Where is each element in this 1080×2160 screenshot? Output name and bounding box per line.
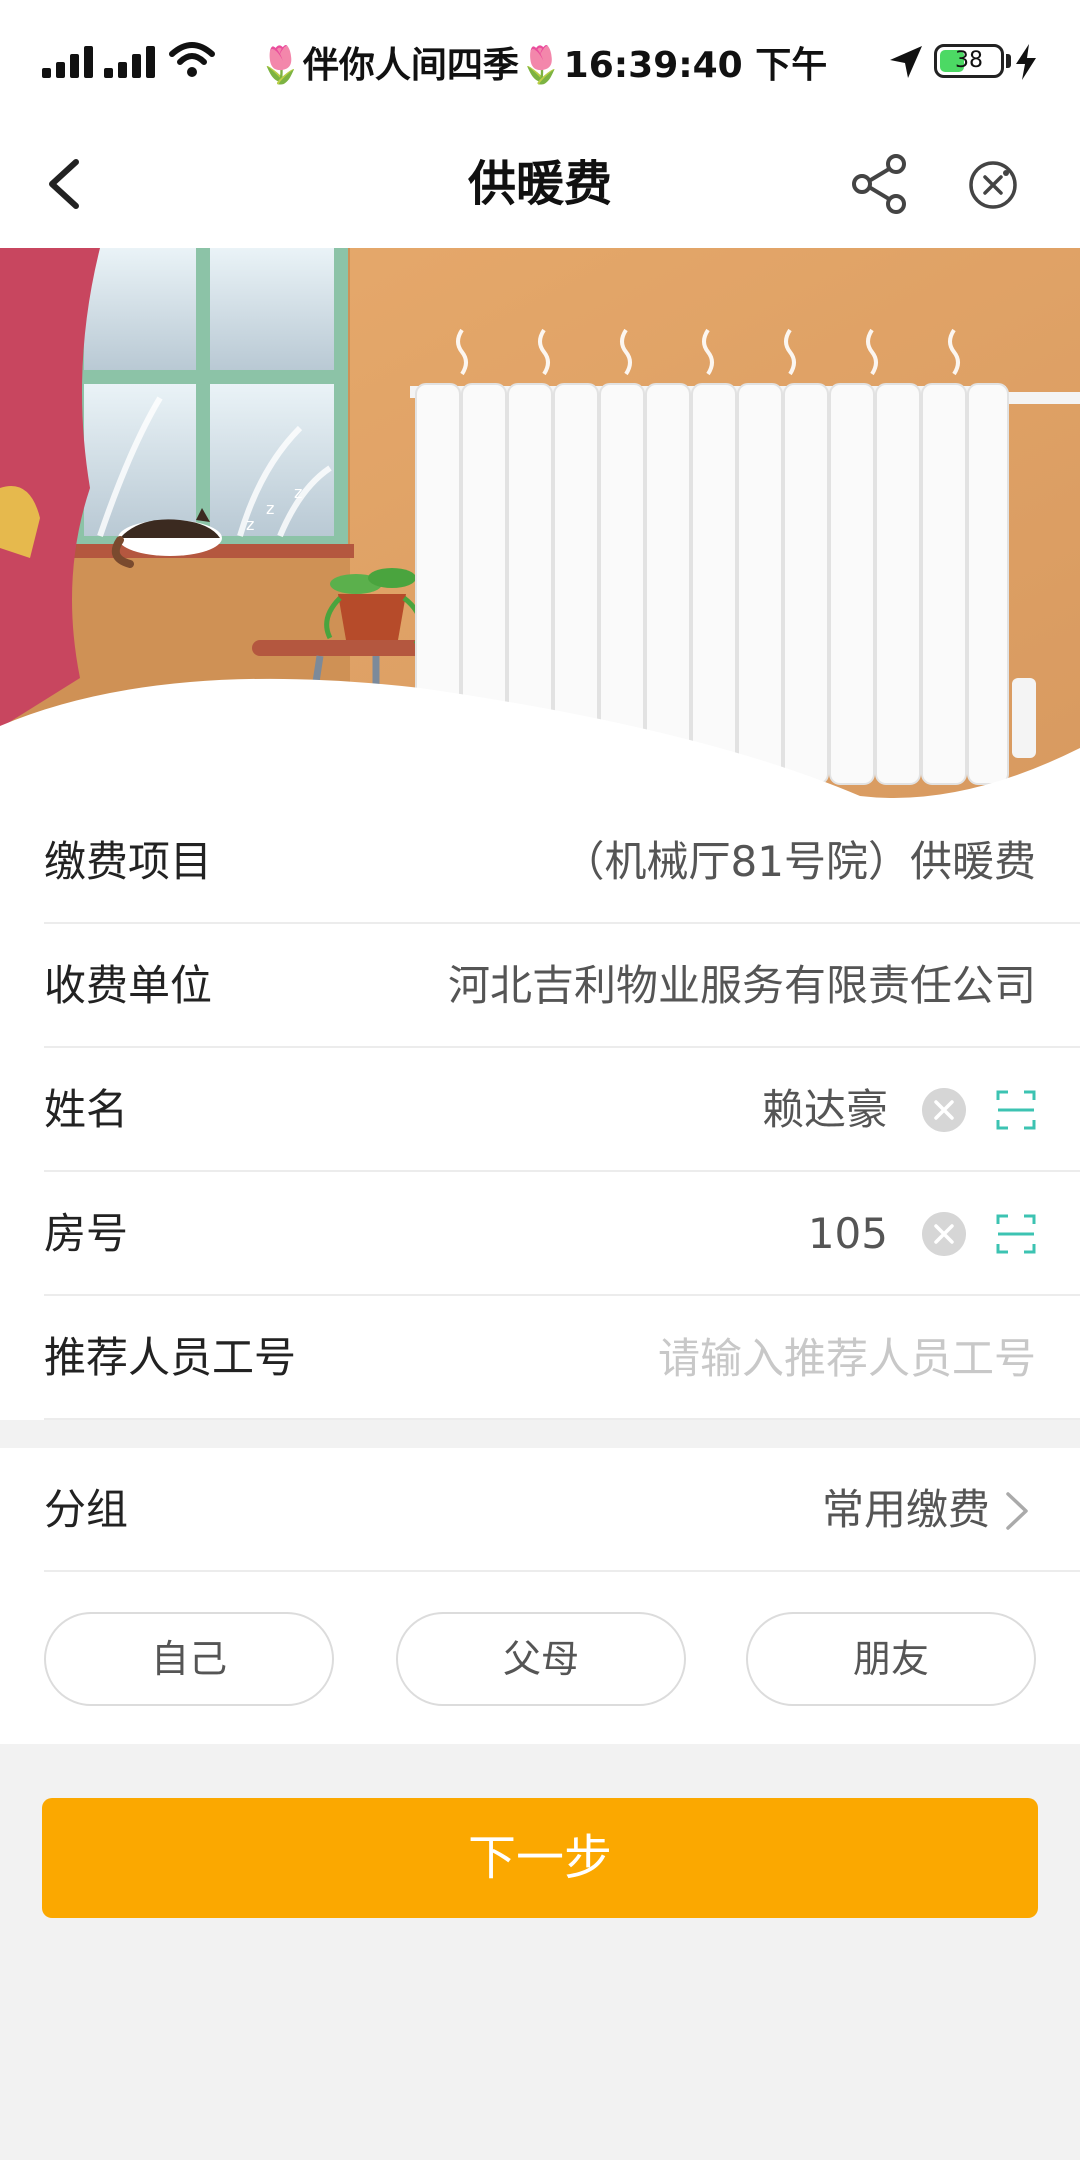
chip-self[interactable]: 自己 xyxy=(44,1612,334,1706)
status-bar: 🌷伴你人间四季🌷16:39:40 下午 38 xyxy=(0,0,1080,120)
share-icon[interactable] xyxy=(848,152,912,216)
room-number-row: 房号 105 xyxy=(0,1172,1080,1296)
payment-item-label: 缴费项目 xyxy=(44,837,213,886)
wifi-icon xyxy=(169,42,215,77)
chevron-right-icon[interactable] xyxy=(1004,1490,1030,1532)
chip-friends[interactable]: 朋友 xyxy=(746,1612,1036,1706)
referrer-id-input[interactable] xyxy=(516,1326,1036,1390)
payment-form: 缴费项目 （机械厅81号院）供暖费 收费单位 河北吉利物业服务有限责任公司 姓名… xyxy=(0,800,1080,1420)
payment-item-row: 缴费项目 （机械厅81号院）供暖费 xyxy=(0,800,1080,924)
name-label: 姓名 xyxy=(44,1085,129,1134)
group-section: 分组 常用缴费 自己 父母 朋友 xyxy=(0,1448,1080,1744)
battery-nub xyxy=(1006,54,1011,68)
room-number-field[interactable]: 105 xyxy=(808,1172,888,1296)
payment-item-value: （机械厅81号院）供暖费 xyxy=(562,837,1036,886)
location-arrow-icon xyxy=(890,46,922,78)
payee-row: 收费单位 河北吉利物业服务有限责任公司 xyxy=(0,924,1080,1048)
heating-radiator-illustration: z z z xyxy=(0,248,1080,800)
group-chips: 自己 父母 朋友 xyxy=(0,1612,1080,1708)
battery-indicator: 38 xyxy=(934,44,1004,78)
name-row: 姓名 赖达豪 xyxy=(0,1048,1080,1172)
next-step-button[interactable]: 下一步 xyxy=(42,1798,1038,1918)
scan-icon[interactable] xyxy=(996,1212,1036,1256)
cellular-signal-icon xyxy=(42,44,93,78)
nav-bar: 供暖费 xyxy=(0,120,1080,248)
payee-value: 河北吉利物业服务有限责任公司 xyxy=(447,961,1036,1010)
chip-parents[interactable]: 父母 xyxy=(396,1612,686,1706)
group-label: 分组 xyxy=(44,1485,129,1534)
page-title: 供暖费 xyxy=(467,156,612,212)
close-mini-program-icon[interactable] xyxy=(966,158,1020,212)
payee-label: 收费单位 xyxy=(44,961,213,1010)
scan-icon[interactable] xyxy=(996,1088,1036,1132)
referrer-id-label: 推荐人员工号 xyxy=(44,1333,297,1382)
svg-text:z: z xyxy=(266,499,274,518)
svg-text:z: z xyxy=(294,483,302,502)
status-carrier-text: 🌷伴你人间四季🌷16:39:40 下午 xyxy=(258,45,828,86)
svg-text:z: z xyxy=(246,515,254,534)
banner-illustration: z z z xyxy=(0,248,1080,800)
cellular-signal-2-icon xyxy=(104,44,155,78)
name-field[interactable]: 赖达豪 xyxy=(762,1048,888,1172)
room-number-label: 房号 xyxy=(44,1209,129,1258)
group-value[interactable]: 常用缴费 xyxy=(822,1448,990,1572)
referrer-id-row: 推荐人员工号 xyxy=(0,1296,1080,1420)
clear-name-icon[interactable] xyxy=(922,1088,966,1132)
battery-level: 38 xyxy=(955,48,983,73)
back-arrow-icon[interactable] xyxy=(36,148,96,220)
group-selector-row[interactable]: 分组 常用缴费 xyxy=(0,1448,1080,1572)
charging-bolt-icon xyxy=(1016,44,1036,80)
clear-room-number-icon[interactable] xyxy=(922,1212,966,1256)
